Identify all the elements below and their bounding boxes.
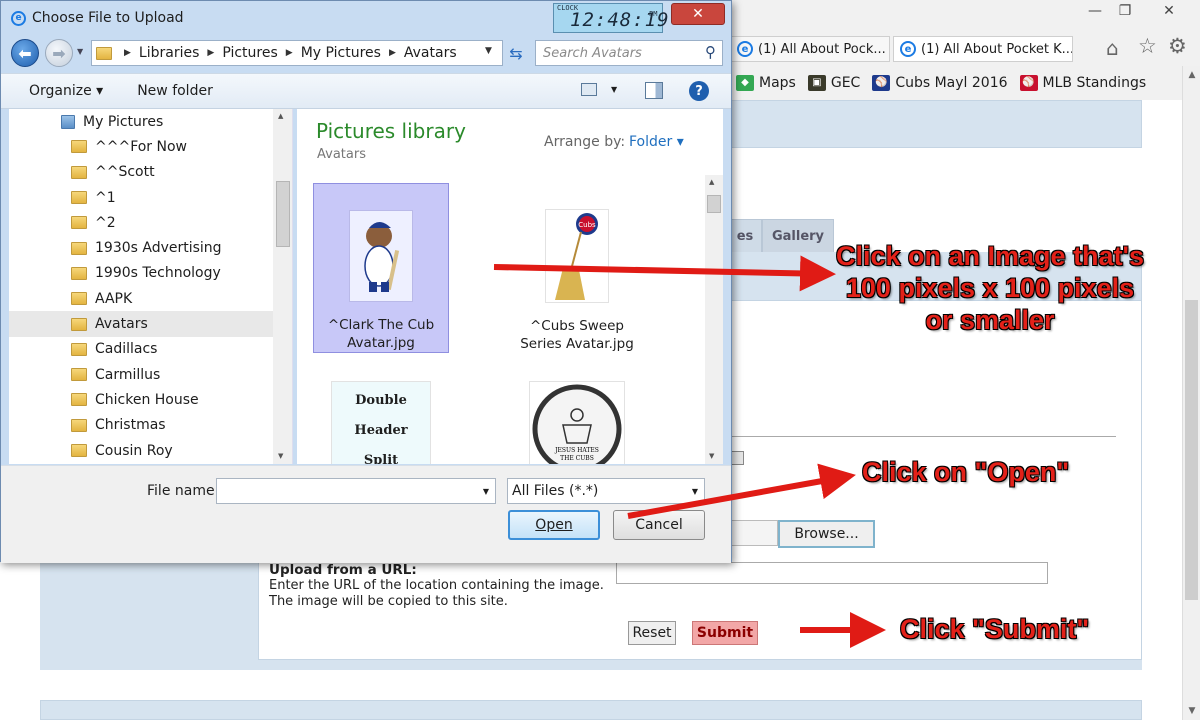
annotation-line: Click on an Image that's <box>836 241 1144 271</box>
annotation-line: 100 pixels x 100 pixels <box>845 273 1135 303</box>
annotation-image-hint: Click on an Image that's 100 pixels x 10… <box>830 240 1150 336</box>
annotation-line: or smaller <box>925 305 1055 335</box>
annotation-open-hint: Click on "Open" <box>862 457 1070 487</box>
arrow-to-open <box>627 463 856 519</box>
arrow-to-image <box>493 255 836 292</box>
annotation-submit-hint: Click "Submit" <box>900 614 1090 644</box>
annotation-arrows <box>493 255 886 648</box>
